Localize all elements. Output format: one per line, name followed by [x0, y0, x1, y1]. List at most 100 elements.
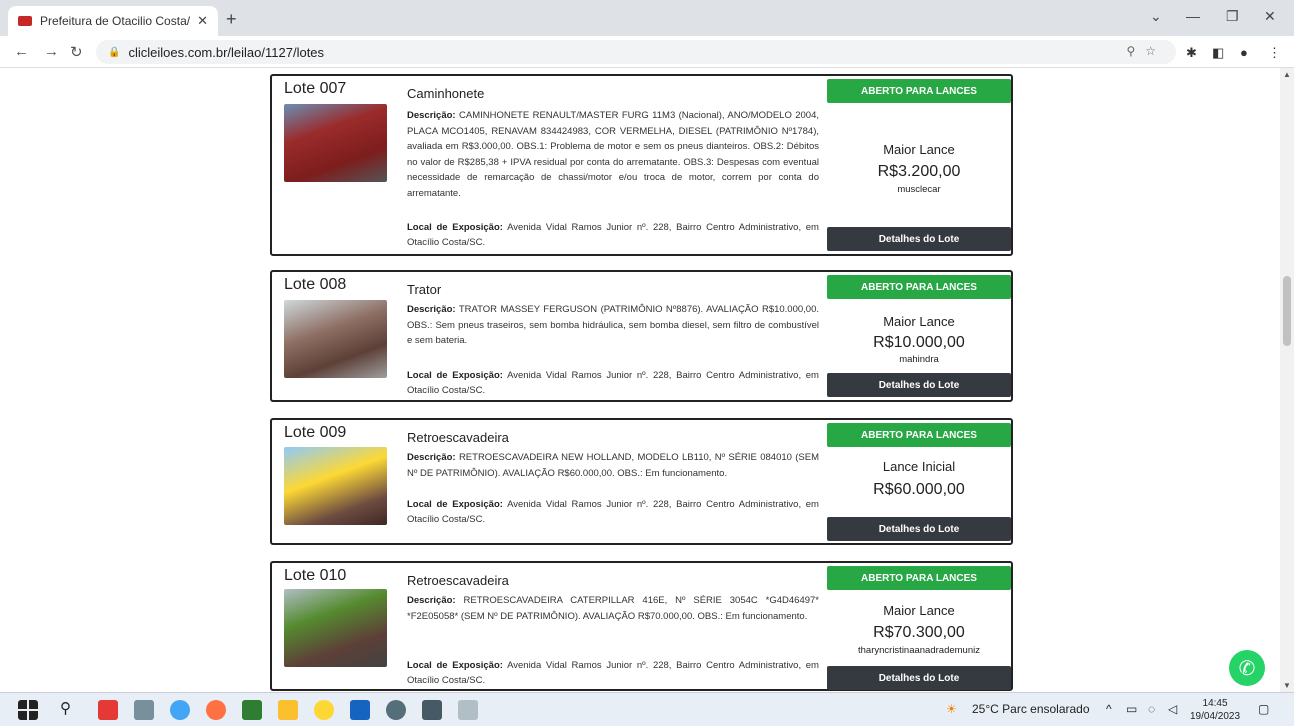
lot-photo[interactable]	[284, 589, 387, 667]
status-badge: ABERTO PARA LANCES	[827, 275, 1011, 299]
tab-bar: Prefeitura de Otacilio Costa/SC : ✕ + ⌄ …	[0, 0, 1294, 36]
lot-details-button[interactable]: Detalhes do Lote	[827, 517, 1011, 541]
lot-location: Local de Exposição: Avenida Vidal Ramos …	[407, 220, 819, 250]
lot-details-button[interactable]: Detalhes do Lote	[827, 666, 1011, 690]
whatsapp-app-icon[interactable]	[386, 700, 406, 720]
chrome-icon[interactable]	[314, 700, 334, 720]
weather-text[interactable]: 25°C Parc ensolarado	[972, 702, 1090, 716]
close-tab-icon[interactable]: ✕	[197, 13, 208, 29]
windows-start-icon[interactable]	[18, 700, 38, 720]
display-icon[interactable]: ▭	[1126, 702, 1137, 716]
lot-location: Local de Exposição: Avenida Vidal Ramos …	[407, 368, 819, 398]
clock-date: 19/04/2023	[1190, 711, 1241, 722]
lot-card: Lote 009 Retroescavadeira Descrição: RET…	[270, 418, 1013, 545]
edge-icon[interactable]	[170, 700, 190, 720]
app-icon[interactable]	[98, 700, 118, 720]
sidepanel-icon[interactable]: ◧	[1212, 45, 1224, 61]
status-badge: ABERTO PARA LANCES	[827, 79, 1011, 103]
forward-icon[interactable]: →	[44, 43, 59, 60]
description-label: Descrição:	[407, 452, 456, 463]
volume-icon[interactable]: ◁	[1168, 702, 1177, 716]
back-icon[interactable]: ←	[14, 43, 29, 60]
lot-name: Retroescavadeira	[407, 430, 509, 445]
description-text: RETROESCAVADEIRA NEW HOLLAND, MODELO LB1…	[407, 452, 820, 479]
lot-photo[interactable]	[284, 300, 387, 378]
bidder-name: tharyncristinaanadrademuniz	[858, 645, 980, 656]
page-scrollbar[interactable]: ▲ ▼	[1280, 68, 1294, 692]
lock-icon: 🔒	[108, 46, 121, 58]
lot-description: Descrição: RETROESCAVADEIRA CATERPILLAR …	[407, 593, 819, 624]
tab-search-icon[interactable]: ⌄	[1150, 8, 1162, 25]
weather-icon[interactable]: ☀	[946, 702, 957, 716]
description-text: RETROESCAVADEIRA CATERPILLAR 416E, Nº SÉ…	[407, 595, 820, 622]
lot-number: Lote 008	[284, 276, 347, 293]
bid-label: Lance Inicial	[882, 459, 956, 474]
lot-number: Lote 007	[284, 80, 347, 97]
reload-icon[interactable]: ↻	[70, 43, 83, 61]
lot-name: Trator	[407, 282, 442, 297]
lot-location: Local de Exposição: Avenida Vidal Ramos …	[407, 497, 819, 527]
bid-label: Maior Lance	[883, 314, 955, 329]
location-label: Local de Exposição:	[407, 499, 503, 510]
status-badge: ABERTO PARA LANCES	[827, 566, 1011, 590]
description-label: Descrição:	[407, 595, 456, 606]
lot-details-button[interactable]: Detalhes do Lote	[827, 227, 1011, 251]
bid-value: R$60.000,00	[873, 481, 965, 498]
close-window-icon[interactable]: ✕	[1264, 8, 1276, 25]
word-icon[interactable]	[350, 700, 370, 720]
menu-icon[interactable]: ⋮	[1268, 45, 1281, 61]
lot-description: Descrição: RETROESCAVADEIRA NEW HOLLAND,…	[407, 450, 819, 481]
description-label: Descrição:	[407, 304, 456, 315]
scroll-down-icon[interactable]: ▼	[1283, 681, 1291, 690]
wifi-icon[interactable]: ◌	[1148, 702, 1155, 716]
folder-icon[interactable]	[278, 700, 298, 720]
search-icon[interactable]: ⚲	[60, 699, 71, 717]
lot-details-button[interactable]: Detalhes do Lote	[827, 373, 1011, 397]
clock[interactable]: 14:45 19/04/2023	[1190, 697, 1240, 723]
notifications-icon[interactable]: ▢	[1258, 702, 1269, 716]
url-text: clicleiloes.com.br/leilao/1127/lotes	[128, 44, 325, 60]
bid-label: Maior Lance	[883, 142, 955, 157]
omnibox-actions-icon[interactable]: ⚲☆	[1126, 44, 1166, 58]
bidder-name: musclecar	[897, 184, 941, 195]
lot-card: Lote 010 Retroescavadeira Descrição: RET…	[270, 561, 1013, 691]
description-label: Descrição:	[407, 110, 456, 121]
favicon-icon	[18, 16, 32, 26]
calculator-icon[interactable]	[422, 700, 442, 720]
page-content: Lote 007 Caminhonete Descrição: CAMINHON…	[0, 68, 1280, 692]
bid-value: R$70.300,00	[873, 624, 965, 641]
status-badge: ABERTO PARA LANCES	[827, 423, 1011, 447]
new-tab-icon[interactable]: +	[226, 9, 237, 30]
maximize-icon[interactable]: ❐	[1226, 8, 1239, 25]
file-explorer-icon[interactable]	[134, 700, 154, 720]
description-text: CAMINHONETE RENAULT/MASTER FURG 11M3 (Na…	[407, 110, 820, 199]
bid-value: R$10.000,00	[873, 334, 965, 351]
scrollbar-thumb[interactable]	[1283, 276, 1291, 346]
scroll-up-icon[interactable]: ▲	[1283, 70, 1291, 79]
browser-tab[interactable]: Prefeitura de Otacilio Costa/SC : ✕	[8, 6, 218, 36]
lot-number: Lote 009	[284, 424, 347, 441]
tab-title: Prefeitura de Otacilio Costa/SC :	[40, 14, 191, 28]
lot-card: Lote 007 Caminhonete Descrição: CAMINHON…	[270, 74, 1013, 256]
firefox-icon[interactable]	[206, 700, 226, 720]
tray-chevron-icon[interactable]: ^	[1106, 702, 1112, 716]
profile-icon[interactable]: ●	[1240, 45, 1248, 60]
location-label: Local de Exposição:	[407, 222, 503, 233]
extensions-icon[interactable]: ✱	[1186, 45, 1197, 61]
bid-label: Maior Lance	[883, 603, 955, 618]
location-label: Local de Exposição:	[407, 660, 503, 671]
location-label: Local de Exposição:	[407, 370, 503, 381]
description-text: TRATOR MASSEY FERGUSON (PATRIMÔNIO Nº887…	[407, 304, 820, 346]
paint-icon[interactable]	[458, 700, 478, 720]
lot-photo[interactable]	[284, 104, 387, 182]
url-input[interactable]: 🔒 clicleiloes.com.br/leilao/1127/lotes ⚲…	[96, 40, 1176, 64]
address-bar: ← → ↻ 🔒 clicleiloes.com.br/leilao/1127/l…	[0, 36, 1294, 68]
lot-description: Descrição: CAMINHONETE RENAULT/MASTER FU…	[407, 108, 819, 201]
excel-icon[interactable]	[242, 700, 262, 720]
lot-photo[interactable]	[284, 447, 387, 525]
clock-time: 14:45	[1202, 698, 1228, 709]
whatsapp-icon[interactable]: ✆	[1229, 650, 1265, 686]
bidder-name: mahindra	[899, 354, 939, 365]
lot-description: Descrição: TRATOR MASSEY FERGUSON (PATRI…	[407, 302, 819, 349]
minimize-icon[interactable]: —	[1186, 8, 1200, 24]
